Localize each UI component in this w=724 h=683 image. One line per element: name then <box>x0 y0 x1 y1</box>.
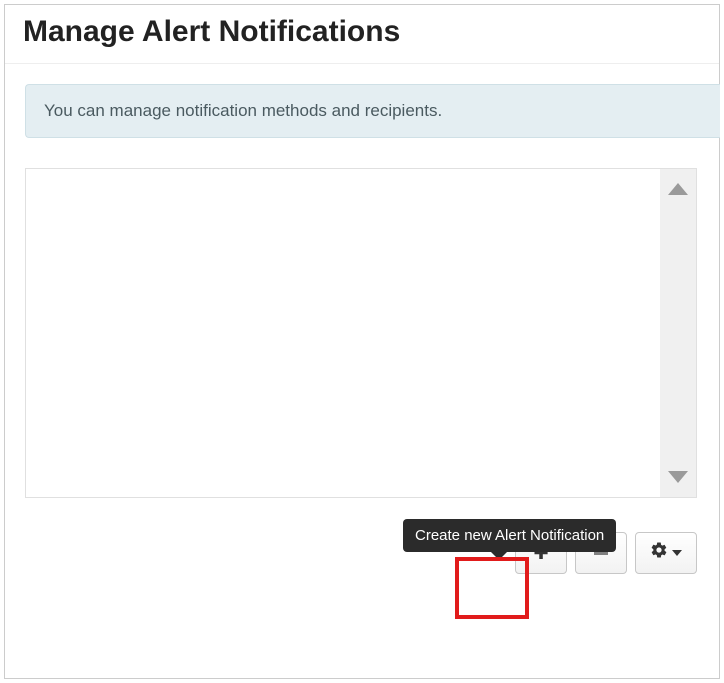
settings-dropdown-button[interactable] <box>635 532 697 574</box>
notification-list-area <box>25 168 697 498</box>
manage-alert-notifications-panel: Manage Alert Notifications You can manag… <box>4 4 720 679</box>
caret-down-icon <box>672 550 682 556</box>
panel-content: You can manage notification methods and … <box>5 64 719 594</box>
gear-icon <box>650 541 668 565</box>
info-banner: You can manage notification methods and … <box>25 84 720 138</box>
add-button-tooltip: Create new Alert Notification <box>403 519 616 552</box>
scroll-down-icon[interactable] <box>668 471 688 483</box>
notification-list[interactable] <box>26 169 660 497</box>
panel-header: Manage Alert Notifications <box>5 5 719 64</box>
page-title: Manage Alert Notifications <box>23 15 701 49</box>
scroll-up-icon[interactable] <box>668 183 688 195</box>
list-scrollbar[interactable] <box>660 169 696 497</box>
